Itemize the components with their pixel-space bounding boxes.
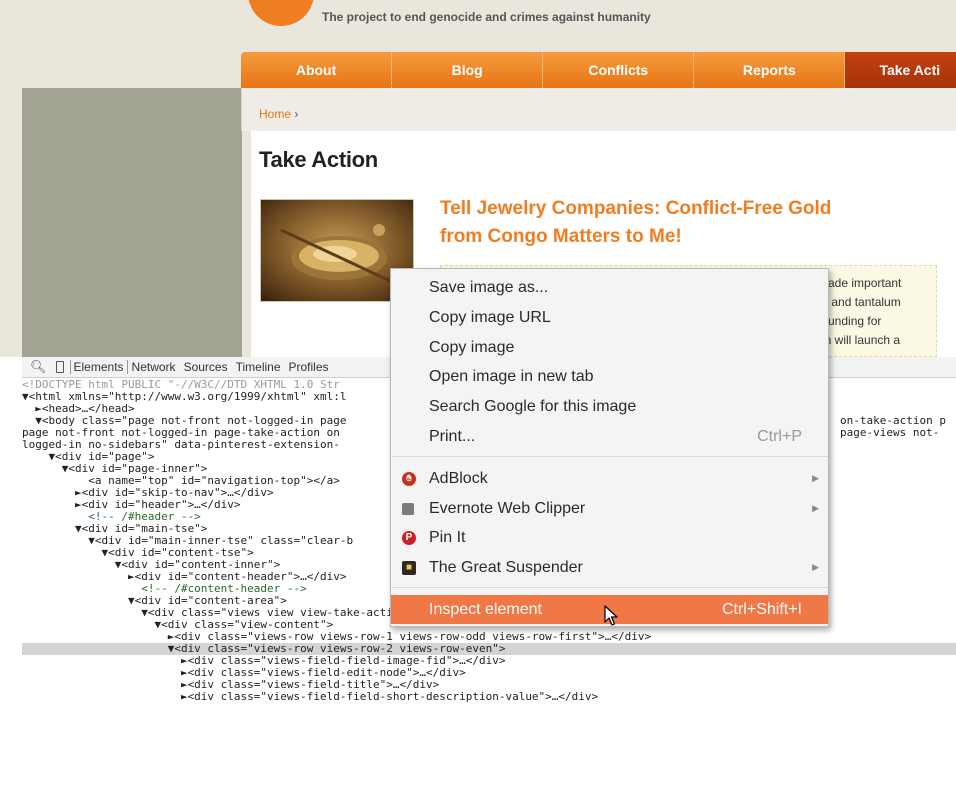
suspender-icon: ■ [402,560,416,575]
dom-line-text: page not-front not-logged-in page-take-a… [22,427,340,439]
nav-about[interactable]: About [241,52,393,88]
desc-line: made important [818,276,902,290]
menu-item-label: Evernote Web Clipper [429,499,586,517]
nav-reports[interactable]: Reports [694,52,846,88]
menu-item-adblock[interactable]: ✋︎ AdBlock ▶ [391,464,828,493]
main-navigation: About Blog Conflicts Reports Take Acti [241,52,956,88]
menu-item-save-image[interactable]: Save image as... [391,273,828,302]
dom-line[interactable]: ►<div class="views-field-edit-node">…</d… [22,667,956,679]
mouse-cursor-icon [604,605,618,626]
nav-take-action[interactable]: Take Acti [845,52,956,88]
menu-item-label: Inspect element [429,600,542,618]
desc-line: gh will launch a [818,333,901,347]
menu-item-label: The Great Suspender [429,558,583,576]
desc-line: f funding for [818,314,882,328]
article-description: made important n, and tantalum f funding… [818,274,928,350]
inspect-search-icon[interactable]: 🔍︎ [30,359,47,375]
breadcrumb-home-link[interactable]: Home [259,107,291,121]
breadcrumb-separator: › [294,107,299,121]
device-mode-icon[interactable] [55,361,64,373]
menu-item-pin-it[interactable]: P Pin It [391,523,828,552]
article-title-line-2: from Congo Matters to Me! [440,226,682,247]
menu-item-open-image-new-tab[interactable]: Open image in new tab [391,362,828,391]
dom-line-selected[interactable]: ▼<div class="views-row views-row-2 views… [22,643,956,655]
menu-item-copy-image-url[interactable]: Copy image URL [391,303,828,332]
menu-item-label: Search Google for this image [429,397,637,415]
menu-item-label: Copy image URL [429,308,551,326]
tab-profiles[interactable]: Profiles [285,360,333,374]
menu-item-copy-image[interactable]: Copy image [391,333,828,362]
menu-item-label: Copy image [429,338,515,356]
dom-line[interactable]: ►<div class="views-field-field-short-des… [22,691,956,703]
menu-item-label: Pin It [429,528,466,546]
menu-item-search-google-image[interactable]: Search Google for this image [391,392,828,421]
article-title-link[interactable]: Tell Jewelry Companies: Conflict-Free Go… [440,195,920,251]
page-title: Take Action [259,147,378,172]
dom-line-text: ▼<body class="page not-front not-logged-… [22,415,347,427]
breadcrumb-bar: Home › [241,88,956,131]
adblock-icon: ✋︎ [402,471,416,486]
menu-item-label: Save image as... [429,278,549,296]
submenu-arrow-icon: ▶ [812,503,819,513]
menu-item-evernote[interactable]: Evernote Web Clipper ▶ [391,494,828,523]
menu-item-label: AdBlock [429,469,488,487]
nav-blog[interactable]: Blog [392,52,544,88]
menu-item-label: Open image in new tab [429,367,594,385]
tab-sources[interactable]: Sources [180,360,232,374]
menu-separator [392,456,828,457]
tab-timeline[interactable]: Timeline [232,360,285,374]
page-left-background [22,88,242,357]
dom-line[interactable]: ►<div class="views-field-title">…</div> [22,679,956,691]
context-menu: Save image as... Copy image URL Copy ima… [390,268,829,627]
site-tagline: The project to end genocide and crimes a… [322,10,651,24]
menu-separator [392,587,828,588]
article-title-line-1: Tell Jewelry Companies: Conflict-Free Go… [440,198,832,219]
menu-item-shortcut: Ctrl+Shift+I [721,600,802,618]
nav-conflicts[interactable]: Conflicts [543,52,695,88]
submenu-arrow-icon: ▶ [812,562,819,572]
dom-line[interactable]: ►<div class="views-row views-row-1 views… [22,631,956,643]
screenshot-root: { "webpage": { "tagline": "The project t… [0,0,956,804]
site-logo[interactable] [248,0,314,26]
pinterest-icon: P [402,530,416,545]
tab-elements[interactable]: Elements [69,360,128,374]
menu-item-print[interactable]: Print... Ctrl+P [391,422,828,451]
dom-line-fragment: page-views not- [840,426,940,439]
tab-network[interactable]: Network [128,360,180,374]
menu-item-great-suspender[interactable]: ■ The Great Suspender ▶ [391,553,828,582]
menu-item-shortcut: Ctrl+P [757,427,802,445]
submenu-arrow-icon: ▶ [812,473,819,483]
dom-line[interactable]: ►<div class="views-field-field-image-fid… [22,655,956,667]
menu-item-label: Print... [429,427,476,445]
desc-line: n, and tantalum [818,295,901,309]
evernote-icon [402,502,414,515]
breadcrumb: Home › [259,107,298,121]
